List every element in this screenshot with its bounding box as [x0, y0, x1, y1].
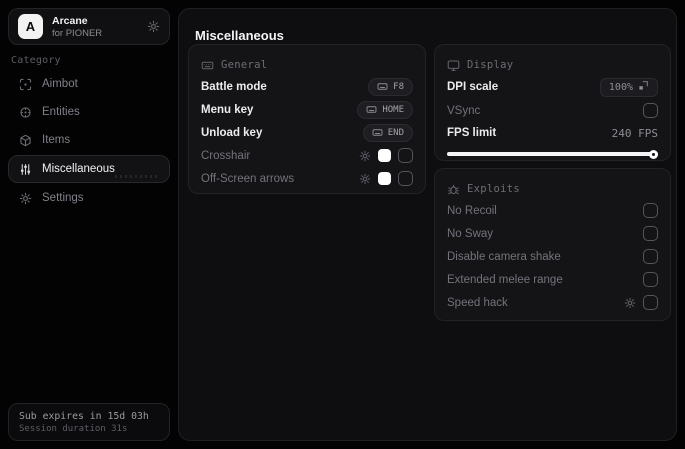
offscreen-arrows-color-swatch[interactable]: [378, 172, 391, 185]
vsync-checkbox[interactable]: [643, 103, 658, 118]
fps-limit-slider[interactable]: [447, 148, 658, 160]
sidebar-item-label: Aimbot: [42, 78, 78, 90]
no-recoil-label: No Recoil: [447, 204, 497, 217]
extended-melee-range-checkbox[interactable]: [643, 272, 658, 287]
extended-melee-range-row: Extended melee range: [447, 268, 658, 291]
keyboard-icon: [372, 127, 383, 138]
gear-icon: [19, 192, 32, 205]
no-recoil-checkbox[interactable]: [643, 203, 658, 218]
subscription-card: Sub expires in 15d 03h Session duration …: [8, 403, 170, 441]
no-recoil-row: No Recoil: [447, 199, 658, 222]
display-card-header: Display: [447, 55, 658, 75]
disable-camera-shake-checkbox[interactable]: [643, 249, 658, 264]
sliders-icon: [19, 163, 32, 176]
general-card-header: General: [201, 55, 413, 75]
app-subtitle: for PIONER: [52, 27, 103, 39]
keyboard-icon: [366, 104, 377, 115]
speed-hack-row: Speed hack: [447, 291, 658, 314]
menu-key-label: Menu key: [201, 103, 254, 116]
fps-limit-row: FPS limit 240 FPS: [447, 122, 658, 144]
crosshair-color-swatch[interactable]: [378, 149, 391, 162]
active-item-dots: [115, 175, 159, 178]
app-logo: A: [18, 14, 43, 39]
sidebar-item-label: Miscellaneous: [42, 163, 115, 175]
no-sway-row: No Sway: [447, 222, 658, 245]
crosshair-checkbox[interactable]: [398, 148, 413, 163]
dpi-scale-row: DPI scale 100%: [447, 75, 658, 99]
target-icon: [19, 106, 32, 119]
keyboard-icon: [377, 81, 388, 92]
scale-icon: [638, 80, 649, 94]
offscreen-arrows-label: Off-Screen arrows: [201, 172, 295, 185]
keyboard-icon: [201, 59, 214, 72]
keybind-value: F8: [393, 81, 404, 92]
sidebar-item-label: Settings: [42, 192, 84, 204]
dpi-scale-stepper[interactable]: 100%: [599, 77, 658, 97]
exploits-card: Exploits No Recoil No Sway Disable camer…: [434, 168, 671, 321]
battle-mode-label: Battle mode: [201, 80, 267, 93]
vsync-row: VSync: [447, 99, 658, 122]
slider-track: [447, 152, 658, 156]
general-card-title: General: [221, 59, 268, 71]
sidebar: A Arcane for PIONER Category Aimbot Enti…: [0, 0, 178, 449]
dpi-scale-value: 100%: [608, 81, 633, 93]
sidebar-item-entities[interactable]: Entities: [8, 99, 170, 125]
no-sway-checkbox[interactable]: [643, 226, 658, 241]
brand-card: A Arcane for PIONER: [8, 8, 170, 45]
gear-icon[interactable]: [624, 297, 636, 309]
main-panel: Miscellaneous General Battle mode F8 Men…: [178, 8, 677, 441]
battle-mode-row: Battle mode F8: [201, 75, 413, 98]
offscreen-arrows-row: Off-Screen arrows: [201, 167, 413, 190]
no-sway-label: No Sway: [447, 227, 494, 240]
unload-key-label: Unload key: [201, 126, 263, 139]
app-name: Arcane: [52, 14, 88, 27]
general-card: General Battle mode F8 Menu key HOME Unl…: [188, 44, 426, 194]
crosshair-label: Crosshair: [201, 149, 251, 162]
speed-hack-label: Speed hack: [447, 296, 508, 309]
session-duration-text: Session duration 31s: [19, 423, 128, 434]
sidebar-item-label: Entities: [42, 106, 80, 118]
brand-text: Arcane for PIONER: [52, 15, 102, 39]
sidebar-item-items[interactable]: Items: [8, 127, 170, 153]
keybind-value: HOME: [382, 104, 404, 115]
disable-camera-shake-row: Disable camera shake: [447, 245, 658, 268]
fps-limit-label: FPS limit: [447, 127, 497, 139]
crosshair-row: Crosshair: [201, 144, 413, 167]
fps-limit-value: 240 FPS: [611, 126, 658, 140]
sidebar-item-miscellaneous[interactable]: Miscellaneous: [8, 155, 170, 183]
vsync-label: VSync: [447, 104, 481, 117]
disable-camera-shake-label: Disable camera shake: [447, 250, 561, 263]
offscreen-arrows-checkbox[interactable]: [398, 171, 413, 186]
extended-melee-range-label: Extended melee range: [447, 273, 563, 286]
exploits-card-title: Exploits: [467, 183, 520, 195]
dpi-scale-label: DPI scale: [447, 81, 499, 93]
monitor-icon: [447, 59, 460, 72]
gear-icon[interactable]: [147, 20, 160, 33]
unload-key-row: Unload key END: [201, 121, 413, 144]
speed-hack-checkbox[interactable]: [643, 295, 658, 310]
keybind-value: END: [387, 127, 404, 138]
menu-key-keybind[interactable]: HOME: [357, 100, 413, 119]
menu-key-row: Menu key HOME: [201, 98, 413, 121]
exploits-card-header: Exploits: [447, 179, 658, 199]
battle-mode-keybind[interactable]: F8: [368, 77, 413, 96]
category-nav: Aimbot Entities Items Miscellaneous Sett…: [8, 71, 170, 213]
display-card-title: Display: [467, 59, 514, 71]
scan-icon: [19, 78, 32, 91]
page-title: Miscellaneous: [195, 28, 284, 43]
slider-knob[interactable]: [649, 149, 658, 159]
bug-icon: [447, 183, 460, 196]
sidebar-item-settings[interactable]: Settings: [8, 185, 170, 211]
cube-icon: [19, 134, 32, 147]
sidebar-item-label: Items: [42, 134, 71, 146]
unload-key-keybind[interactable]: END: [362, 123, 413, 142]
sidebar-item-aimbot[interactable]: Aimbot: [8, 71, 170, 97]
display-card: Display DPI scale 100% VSync FPS limit 2…: [434, 44, 671, 161]
sub-expiry-text: Sub expires in 15d 03h: [19, 410, 149, 422]
gear-icon[interactable]: [359, 150, 371, 162]
category-label: Category: [11, 55, 61, 66]
gear-icon[interactable]: [359, 173, 371, 185]
